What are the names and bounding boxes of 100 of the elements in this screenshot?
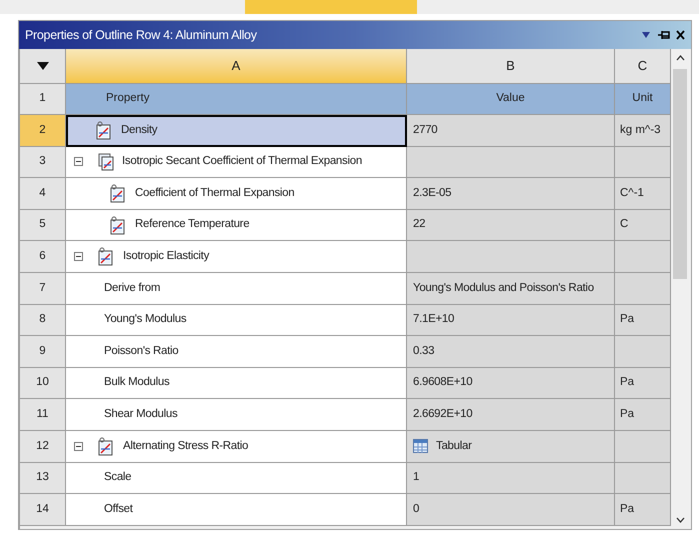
scroll-up-icon[interactable] (676, 55, 684, 61)
row-number: 11 (20, 399, 66, 431)
unit-cell[interactable] (615, 336, 671, 368)
dropdown-icon[interactable] (642, 32, 650, 38)
column-header[interactable]: B (407, 49, 615, 84)
row-number: 14 (20, 494, 66, 526)
unit-cell[interactable]: Pa (615, 494, 671, 526)
unit-cell[interactable] (615, 146, 671, 178)
property-cell[interactable]: Scale (66, 462, 407, 494)
property-unit: Pa (620, 502, 634, 517)
unit-cell[interactable]: kg m^-3 (615, 115, 671, 147)
property-group-icon (98, 152, 114, 172)
property-value: 2770 (413, 122, 438, 138)
unit-cell[interactable] (615, 462, 671, 494)
property-chart-icon (98, 436, 113, 456)
property-name: Derive from (104, 280, 160, 296)
row-number: 9 (20, 336, 66, 368)
column-title: Value (407, 84, 615, 115)
row-number: 2 (20, 115, 66, 147)
property-cell[interactable]: Isotropic Elasticity (66, 241, 407, 273)
property-name: Shear Modulus (104, 407, 178, 422)
property-cell[interactable]: Young's Modulus (66, 304, 407, 336)
unit-cell[interactable] (615, 272, 671, 305)
pin-icon[interactable] (658, 30, 670, 40)
scroll-down-icon[interactable] (676, 517, 684, 523)
property-value: 1 (413, 470, 420, 486)
unit-cell[interactable]: C (615, 210, 671, 242)
column-menu-button[interactable] (20, 49, 66, 84)
property-cell[interactable]: Density (66, 115, 407, 147)
row-number: 5 (20, 210, 66, 242)
property-name: Reference Temperature (135, 217, 250, 232)
collapse-icon[interactable] (74, 442, 83, 451)
property-chart-icon (98, 247, 113, 266)
property-value: 2.6692E+10 (413, 407, 472, 422)
collapse-icon[interactable] (74, 157, 83, 166)
value-cell[interactable]: 1 (407, 462, 615, 494)
unit-cell[interactable]: C^-1 (615, 178, 671, 210)
property-name: Isotropic Secant Coefficient of Thermal Expansion (122, 154, 362, 170)
property-cell[interactable]: Coefficient of Thermal Expansion (66, 178, 407, 210)
property-chart-icon (96, 120, 111, 140)
property-cell[interactable]: Offset (66, 494, 407, 526)
value-cell[interactable]: 6.9608E+10 (407, 368, 615, 400)
value-cell[interactable]: Tabular (407, 430, 615, 463)
row-number: 1 (20, 84, 66, 115)
property-cell[interactable]: Alternating Stress R-Ratio (66, 430, 407, 463)
row-number: 12 (20, 430, 66, 463)
panel-title: Properties of Outline Row 4: Aluminum Alloy (25, 26, 257, 44)
property-cell[interactable]: Poisson's Ratio (66, 336, 407, 368)
collapse-icon[interactable] (74, 252, 83, 262)
value-cell[interactable]: 22 (407, 210, 615, 242)
unit-cell[interactable] (615, 241, 671, 273)
value-cell[interactable]: 0.33 (407, 336, 615, 368)
property-cell[interactable]: Bulk Modulus (66, 368, 407, 400)
property-chart-icon (110, 216, 125, 235)
property-cell[interactable]: Shear Modulus (66, 399, 407, 431)
property-name: Poisson's Ratio (104, 344, 178, 359)
dropdown-icon (36, 62, 48, 70)
row-number: 3 (20, 146, 66, 178)
property-value: 0.33 (413, 344, 434, 359)
column-title: Property (66, 84, 407, 115)
value-cell[interactable]: 2.6692E+10 (407, 399, 615, 431)
property-unit: Pa (620, 407, 634, 422)
unit-cell[interactable]: Pa (615, 368, 671, 400)
property-name: Bulk Modulus (104, 375, 170, 390)
value-cell[interactable]: 0 (407, 494, 615, 526)
column-header[interactable]: A (66, 49, 407, 84)
row-number: 13 (20, 462, 66, 494)
property-chart-icon (110, 184, 125, 203)
property-cell[interactable]: Isotropic Secant Coefficient of Thermal Expansion (66, 146, 407, 178)
value-cell[interactable]: 7.1E+10 (407, 304, 615, 336)
value-cell[interactable]: 2770 (407, 115, 615, 147)
value-cell[interactable]: 2.3E-05 (407, 178, 615, 210)
column-title: Unit (615, 84, 671, 115)
scrollbar-thumb[interactable] (673, 69, 687, 279)
property-unit: kg m^-3 (620, 122, 661, 138)
unit-cell[interactable]: Pa (615, 399, 671, 431)
value-cell[interactable] (407, 241, 615, 273)
property-unit: Pa (620, 312, 634, 328)
property-name: Scale (104, 470, 132, 486)
unit-cell[interactable]: Pa (615, 304, 671, 336)
property-name: Young's Modulus (104, 312, 186, 328)
value-cell[interactable] (407, 146, 615, 178)
property-name: Coefficient of Thermal Expansion (135, 186, 294, 201)
column-header[interactable]: C (615, 49, 671, 84)
property-cell[interactable]: Reference Temperature (66, 210, 407, 242)
property-value: 22 (413, 217, 426, 232)
property-cell[interactable]: Derive from (66, 272, 407, 305)
unit-cell[interactable] (615, 430, 671, 463)
close-icon[interactable] (676, 30, 685, 40)
table-icon (413, 439, 428, 454)
property-name: Offset (104, 502, 133, 517)
value-cell[interactable]: Young's Modulus and Poisson's Ratio (407, 272, 615, 305)
property-value: Young's Modulus and Poisson's Ratio (413, 280, 594, 296)
property-value: 7.1E+10 (413, 312, 454, 328)
row-number: 7 (20, 272, 66, 305)
property-unit: Pa (620, 375, 634, 390)
property-name: Density (121, 122, 158, 138)
row-number: 10 (20, 368, 66, 400)
property-unit: C^-1 (620, 186, 644, 201)
property-value: 0 (413, 502, 420, 517)
